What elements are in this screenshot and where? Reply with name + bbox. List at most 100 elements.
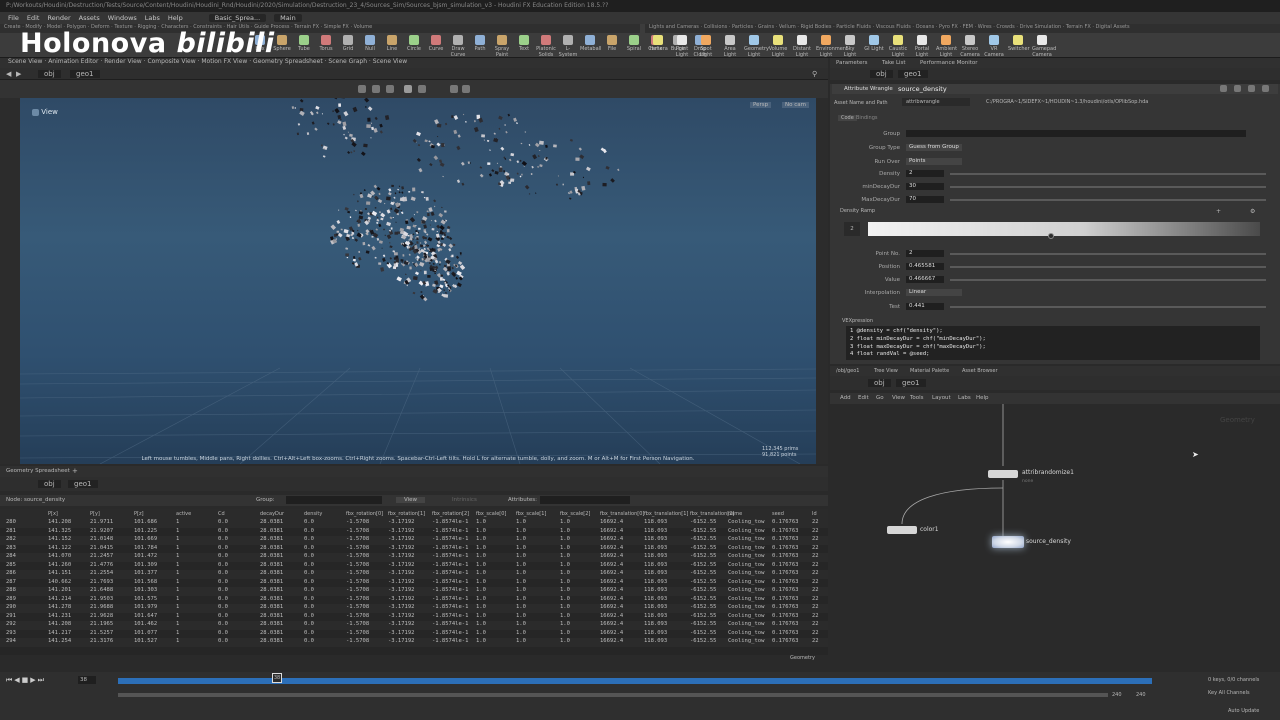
param-slider[interactable]	[950, 186, 1266, 188]
param-slider[interactable]	[950, 173, 1266, 175]
ss-attrib-field[interactable]	[540, 496, 630, 504]
3d-viewport[interactable]: View Persp No cam Left mouse tumbles, Mi…	[20, 98, 816, 464]
shelf-tab[interactable]: Terrain FX	[1066, 24, 1091, 30]
shelf-tab[interactable]: Create	[4, 24, 21, 30]
table-row[interactable]: 294 141.254 21.3176 101.527 1 0.0 28.0381 0.0 -1…	[0, 638, 828, 647]
shelf-tab[interactable]: Drive Simulation	[1020, 24, 1062, 30]
shelf-tool[interactable]: Stereo Camera	[960, 35, 980, 58]
table-row[interactable]: 285 141.260 21.4776 101.309 1 0.0 28.0381 0.0 -1…	[0, 562, 828, 571]
shelf-tool[interactable]: Portal Light	[912, 35, 932, 58]
ramp-param-field[interactable]: Linear	[906, 289, 962, 296]
tab-performance-monitor[interactable]: Performance Monitor	[920, 60, 978, 66]
shelf-tool[interactable]: Point Light	[672, 35, 692, 58]
menu-render[interactable]: Render	[47, 14, 70, 22]
tab-scene-view-2[interactable]: Scene View	[373, 58, 407, 65]
column-header[interactable]: P[z]	[134, 511, 144, 517]
ss-group-field[interactable]	[286, 496, 382, 504]
desktop-main[interactable]: Main	[274, 14, 302, 22]
ss-view-menu[interactable]: View	[396, 497, 426, 503]
shelf-tool[interactable]: File	[602, 35, 622, 52]
shelf-tab[interactable]: Pyro FX	[939, 24, 958, 30]
density-ramp[interactable]	[868, 222, 1260, 236]
table-row[interactable]: 289 141.214 21.9503 101.575 1 0.0 28.0381 0.0 -1…	[0, 596, 828, 605]
subtab-code[interactable]: Code	[838, 115, 857, 121]
shelf-tool[interactable]: Sphere	[272, 35, 292, 52]
nmenu-labs[interactable]: Labs	[958, 395, 971, 401]
ramp-param-slider[interactable]	[950, 279, 1266, 281]
menu-edit[interactable]: Edit	[27, 14, 40, 22]
shelf-tab[interactable]: Collisions	[704, 24, 728, 30]
column-header[interactable]: P[y]	[90, 511, 100, 517]
table-row[interactable]: 286 141.151 21.2554 101.377 1 0.0 28.0381 0.0 -1…	[0, 570, 828, 579]
tab-tree-view[interactable]: Tree View	[874, 368, 898, 374]
column-header[interactable]: density	[304, 511, 322, 517]
column-header[interactable]: P[x]	[48, 511, 58, 517]
shelf-tool[interactable]: Circle	[404, 35, 424, 52]
nmenu-tools[interactable]: Tools	[910, 395, 924, 401]
camera-icon[interactable]	[462, 85, 470, 93]
tab-obj-geo1[interactable]: /obj/geo1	[836, 368, 859, 374]
auto-update-menu[interactable]: Auto Update	[1228, 708, 1259, 714]
table-row[interactable]: 280 141.208 21.9711 101.686 1 0.0 28.0381 0.0 -1…	[0, 519, 828, 528]
shelf-tool[interactable]: Line	[382, 35, 402, 52]
menu-help[interactable]: Help	[168, 14, 183, 22]
network-editor[interactable]: Geometry attribrandomize1 none color1 so…	[830, 404, 1280, 670]
ramp-count[interactable]: 2	[844, 222, 860, 236]
shelf-tool[interactable]: Environment Light	[816, 35, 848, 58]
p-path-obj[interactable]: obj	[870, 70, 893, 78]
timeline-current-frame[interactable]: 38	[272, 673, 282, 683]
shelf-tool[interactable]: Path	[470, 35, 490, 52]
shelf-tool[interactable]: Curve	[426, 35, 446, 52]
shelf-tool[interactable]: Metaball	[580, 35, 601, 52]
shelf-tab[interactable]: Vellum	[779, 24, 796, 30]
display-options-icon[interactable]	[358, 85, 366, 93]
ramp-param-slider[interactable]	[950, 253, 1266, 255]
menu-labs[interactable]: Labs	[145, 14, 160, 22]
tab-motion-fx[interactable]: Motion FX View	[201, 58, 247, 65]
shelf-tab[interactable]: Oceans	[916, 24, 935, 30]
column-header[interactable]: fbx_rotation[2]	[432, 511, 469, 517]
shelf-tab[interactable]: Viscous Fluids	[876, 24, 911, 30]
spreadsheet-body[interactable]: 280 141.208 21.9711 101.686 1 0.0 28.0381 0.0 -1…	[0, 519, 828, 655]
tab-animation-editor[interactable]: Animation Editor	[48, 58, 98, 65]
forward-icon[interactable]: ▶	[16, 70, 21, 78]
shelf-tool[interactable]: Draw Curve	[448, 35, 468, 58]
param-field[interactable]: 30	[906, 183, 944, 190]
table-row[interactable]: 281 141.325 21.9207 101.225 1 0.0 28.0381 0.0 -1…	[0, 528, 828, 537]
snap-icon[interactable]	[450, 85, 458, 93]
range-end-b[interactable]: 240	[1136, 692, 1146, 698]
table-row[interactable]: 288 141.201 21.6488 101.303 1 0.0 28.0381 0.0 -1…	[0, 587, 828, 596]
shelf-tool[interactable]: Platonic Solids	[536, 35, 556, 58]
table-row[interactable]: 283 141.122 21.0415 101.784 1 0.0 28.0381 0.0 -1…	[0, 545, 828, 554]
range-end-a[interactable]: 240	[1112, 692, 1122, 698]
lighting-icon[interactable]	[418, 85, 426, 93]
column-header[interactable]: fbx_scale[0]	[476, 511, 506, 517]
nmenu-add[interactable]: Add	[840, 395, 851, 401]
shelf-tool[interactable]: Caustic Light	[888, 35, 908, 58]
shelf-tab[interactable]: Terrain FX	[294, 24, 319, 30]
param-field[interactable]: Points	[906, 158, 962, 165]
ramp-param-field[interactable]: 0.466667	[906, 276, 944, 283]
menu-windows[interactable]: Windows	[108, 14, 137, 22]
key-all-button[interactable]: Key All Channels	[1208, 690, 1250, 696]
shelf-tool[interactable]: Tube	[294, 35, 314, 52]
n-path-obj[interactable]: obj	[868, 379, 891, 387]
table-row[interactable]: 292 141.208 21.1965 101.462 1 0.0 28.0381 0.0 -1…	[0, 621, 828, 630]
playback-controls[interactable]: ⏮◀■▶⏭	[6, 676, 46, 685]
column-header[interactable]: decayDur	[260, 511, 284, 517]
menu-file[interactable]: File	[8, 14, 19, 22]
table-row[interactable]: 293 141.217 21.5257 101.077 1 0.0 28.0381 0.0 -1…	[0, 630, 828, 639]
frame-field[interactable]: 38	[78, 676, 96, 684]
shelf-tab[interactable]: Crowds	[996, 24, 1014, 30]
node-name[interactable]: source_density	[898, 85, 947, 93]
column-header[interactable]: fbx_scale[2]	[560, 511, 590, 517]
shelf-tool[interactable]: VR Camera	[984, 35, 1004, 58]
node-attribrandomize[interactable]	[988, 470, 1018, 478]
shelf-tool[interactable]: Geometry Light	[744, 35, 769, 58]
subtab-bindings[interactable]: Bindings	[856, 115, 878, 121]
nmenu-edit[interactable]: Edit	[858, 395, 869, 401]
tab-take-list[interactable]: Take List	[882, 60, 906, 66]
wireframe-icon[interactable]	[386, 85, 394, 93]
shelf-tool[interactable]: Spot Light	[696, 35, 716, 58]
test-slider[interactable]	[950, 306, 1266, 308]
